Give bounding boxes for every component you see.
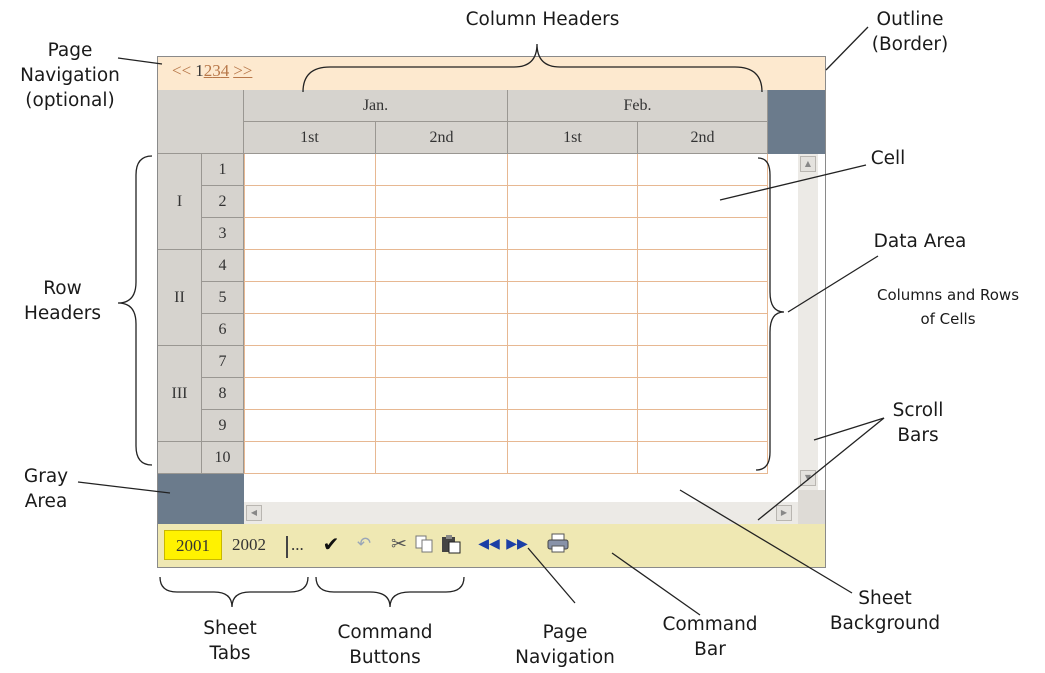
command-buttons-brace bbox=[315, 576, 465, 608]
label-outline-border: Outline (Border) bbox=[871, 9, 949, 55]
label-sheet-tabs: Sheet Tabs bbox=[203, 618, 257, 664]
label-command-buttons: Command Buttons bbox=[337, 622, 433, 668]
scroll-bars-pointer-horizontal bbox=[757, 417, 885, 521]
label-scroll-bars: Scroll Bars bbox=[892, 400, 944, 446]
label-columns-and-rows: Columns and Rows of Cells bbox=[876, 286, 1020, 328]
annotation-lines bbox=[77, 26, 885, 616]
cell-pointer bbox=[719, 164, 867, 201]
column-headers-brace bbox=[302, 43, 763, 93]
label-sheet-background: Sheet Background bbox=[829, 588, 941, 634]
diagram-stage: << 1234 >> Jan. Feb. 1st 2nd 1st 2nd I I… bbox=[0, 0, 1045, 673]
label-command-bar: Command Bar bbox=[662, 614, 758, 660]
label-data-area: Data Area bbox=[873, 231, 967, 252]
data-area-brace bbox=[755, 157, 785, 471]
label-row-headers: Row Headers bbox=[24, 278, 101, 324]
label-gray-area: Gray Area bbox=[23, 466, 69, 512]
page-navigation-bottom-pointer bbox=[527, 547, 576, 604]
command-bar-pointer bbox=[611, 552, 701, 616]
label-page-navigation-optional: Page Navigation (optional) bbox=[20, 40, 120, 111]
sheet-tabs-brace bbox=[159, 576, 309, 608]
label-page-navigation: Page Navigation bbox=[515, 622, 615, 668]
label-cell: Cell bbox=[870, 148, 906, 169]
sheet-background-pointer bbox=[679, 489, 853, 594]
label-column-headers: Column Headers bbox=[465, 9, 620, 30]
